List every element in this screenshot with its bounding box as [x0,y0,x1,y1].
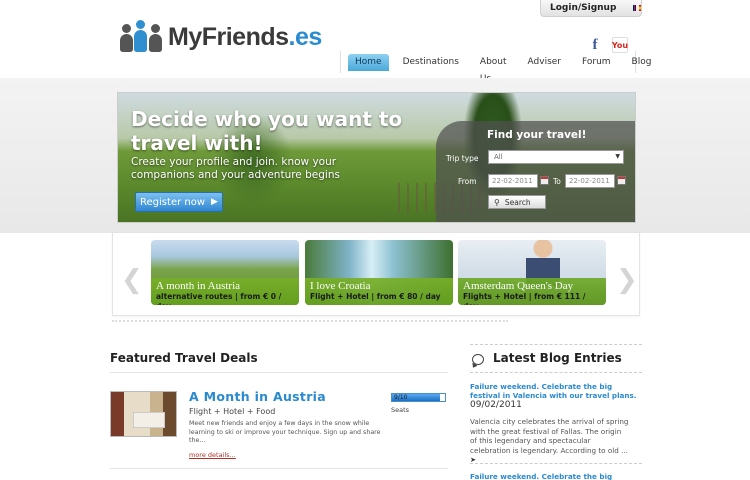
card-caption: Amsterdam Queen's Day Flights + Hotel | … [458,278,606,305]
seats-label: Seats [391,406,410,414]
deal-title[interactable]: A Month in Austria [189,389,326,404]
site-logo[interactable]: MyFriends.es [118,20,322,52]
login-bar: Login/Signup [540,0,642,17]
divider [470,344,642,345]
divider [110,468,448,469]
divider [112,320,508,322]
blog-heading: Latest Blog Entries [493,351,622,365]
from-label: From [458,177,477,186]
nav-destinations[interactable]: Destinations [396,54,466,71]
search-icon: ⚲ [494,197,500,207]
card-caption: A month in Austria alternative routes | … [151,278,299,305]
card-caption: I love Croatia Flight + Hotel | from € 8… [305,278,453,305]
to-label: To [553,177,561,186]
register-button[interactable]: Register now ▶ [135,192,223,212]
divider [110,372,448,373]
spanish-flag-icon[interactable] [638,5,641,11]
chevron-right-icon: ▶ [211,197,218,207]
hero-subtitle: Create your profile and join. know your … [131,156,340,181]
featured-heading: Featured Travel Deals [110,351,258,365]
divider [470,372,642,373]
nav-home[interactable]: Home [348,53,389,71]
login-signup-link[interactable]: Login/Signup [550,3,616,13]
logo-people-icon [118,20,166,52]
card-title: Amsterdam Queen's Day [463,280,574,292]
search-panel: Find your travel! Trip type All ▼ From 2… [436,121,635,222]
slider-card[interactable]: Amsterdam Queen's Day Flights + Hotel | … [458,240,606,305]
hero-banner: Decide who you want to travel with! Crea… [117,92,636,223]
blog-entry-title[interactable]: Failure weekend. Celebrate the big festi… [470,382,640,400]
chevron-right-icon[interactable]: ❯ [616,266,638,294]
search-panel-title: Find your travel! [487,129,587,141]
search-button[interactable]: ⚲ Search [488,195,546,209]
nav-blog[interactable]: Blog [625,54,659,71]
blog-entry-body: Valencia city celebrates the arrival of … [470,417,629,464]
more-details-link[interactable]: more details... [189,451,236,459]
blog-entry-title[interactable]: Failure weekend. Celebrate the big festi… [470,472,640,480]
page: MyFriends.es Login/Signup f You Home Des… [0,0,750,480]
divider [470,463,642,464]
card-subtitle: alternative routes | from € 0 / day [156,292,282,305]
deal-subtitle: Flight + Hotel + Food [189,407,276,416]
slider-card[interactable]: A month in Austria alternative routes | … [151,240,299,305]
nav-about-us[interactable]: About Us [473,54,514,84]
nav-forum[interactable]: Forum [575,54,618,71]
seats-value: 9/10 [394,394,408,401]
from-date-input[interactable]: 22-02-2011 [488,174,538,188]
slider-card[interactable]: I love Croatia Flight + Hotel | from € 8… [305,240,453,305]
main-nav: Home Destinations About Us Adviser Forum… [340,51,651,84]
english-flag-icon[interactable] [633,5,636,11]
seats-progress: 9/10 [391,393,446,402]
card-title: A month in Austria [156,280,241,292]
logo-text: MyFriends.es [168,22,322,51]
card-title: I love Croatia [310,280,371,292]
speech-bubble-icon [472,354,484,365]
deal-description: Meet new friends and enjoy a few days in… [189,420,381,444]
nav-adviser[interactable]: Adviser [521,54,568,71]
caret-down-icon: ▼ [615,153,620,160]
trip-type-label: Trip type [446,154,479,163]
hero-title: Decide who you want to travel with! [131,107,403,155]
calendar-icon[interactable] [617,176,626,185]
blog-entry-date: 09/02/2011 [470,400,522,410]
card-subtitle: Flights + Hotel | from € 111 / day [463,292,586,305]
card-subtitle: Flight + Hotel | from € 80 / day [310,292,441,301]
chevron-left-icon[interactable]: ❮ [121,266,143,294]
deal-image[interactable] [110,391,177,437]
trip-type-select[interactable]: All ▼ [488,150,624,164]
calendar-icon[interactable] [540,176,549,185]
to-date-input[interactable]: 22-02-2011 [565,174,615,188]
